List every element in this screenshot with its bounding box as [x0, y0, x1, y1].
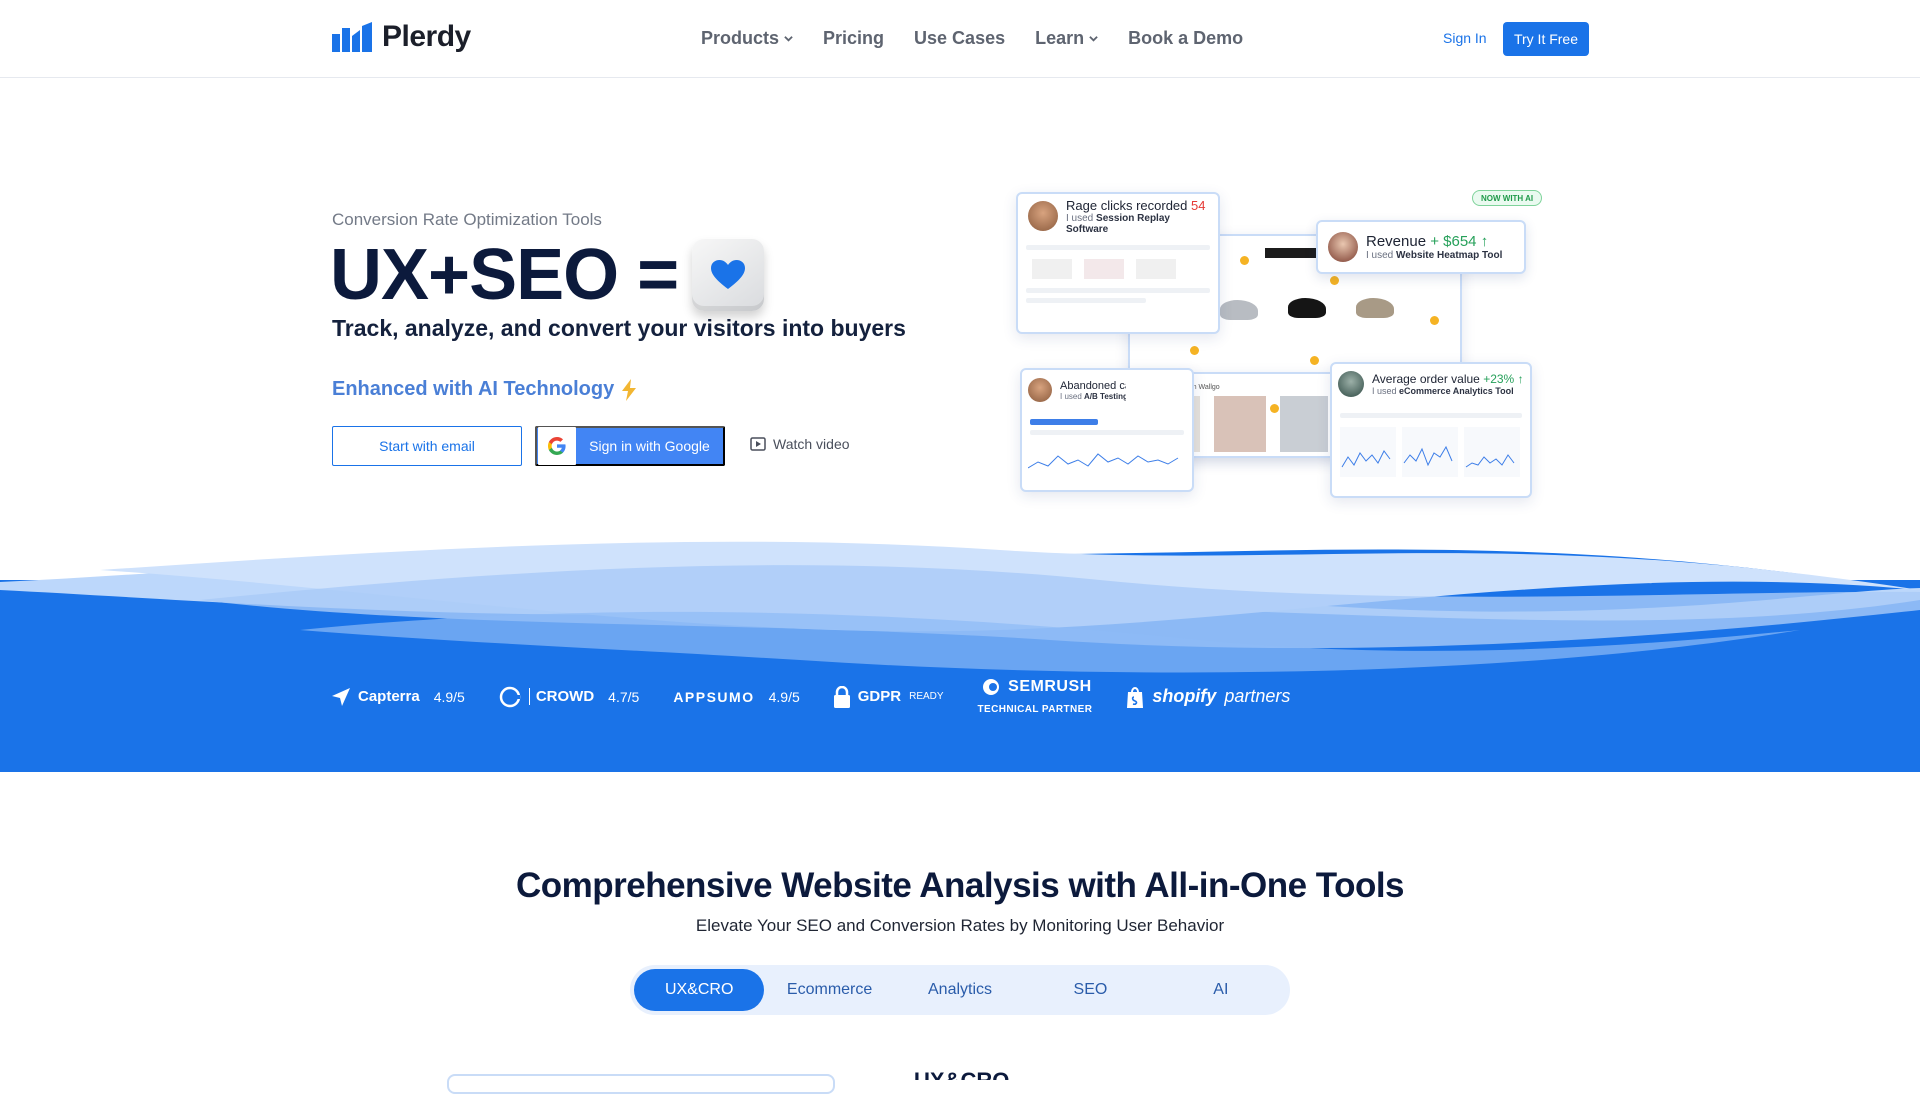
- appsumo-name: APPSUMO: [673, 688, 755, 705]
- user-avatar: [1328, 232, 1358, 262]
- aov-tool: I used eCommerce Analytics Tool: [1372, 386, 1514, 396]
- tab-analytics[interactable]: Analytics: [895, 969, 1025, 1011]
- shopify-tag: partners: [1224, 686, 1291, 706]
- revenue-tool: I used Website Heatmap Tool: [1366, 250, 1503, 261]
- section-subtitle: Elevate Your SEO and Conversion Rates by…: [695, 916, 1225, 935]
- gdpr-badge: GDPR READY: [833, 685, 944, 708]
- rage-clicks-card: Rage clicks recorded 54 I used Session R…: [1018, 194, 1218, 238]
- revenue-title: Revenue + $654 ↑: [1366, 233, 1489, 250]
- user-avatar: [1028, 201, 1058, 231]
- nav-pricing-label: Pricing: [823, 28, 885, 48]
- tab-ecommerce[interactable]: Ecommerce: [764, 969, 894, 1011]
- try-free-button[interactable]: Try It Free: [1503, 22, 1589, 56]
- play-video-icon: [750, 437, 766, 451]
- nav-pricing[interactable]: Pricing: [823, 28, 884, 49]
- hero-title-text: UX+SEO =: [330, 235, 679, 315]
- feature-heading: UX&CRO: [914, 1070, 1009, 1080]
- lightning-icon: [622, 378, 637, 401]
- mini-chart: [1340, 427, 1396, 477]
- google-signin-button[interactable]: Sign in with Google: [535, 426, 725, 466]
- top-navigation: Plerdy Products Pricing Use Cases Learn …: [0, 0, 1920, 78]
- hero-ai-line: Enhanced with AI Technology: [332, 378, 638, 401]
- hero-subtitle: Track, analyze, and convert your visitor…: [332, 315, 906, 341]
- shopify-bag-icon: [1127, 686, 1144, 708]
- chevron-down-icon: [784, 36, 793, 42]
- user-avatar: [1338, 371, 1364, 397]
- capterra-icon: [332, 687, 350, 706]
- capterra-score: 4.9/5: [433, 688, 465, 705]
- google-signin-label: Sign in with Google: [589, 438, 710, 454]
- semrush-tag: TECHNICAL PARTNER: [977, 704, 1093, 715]
- watch-video-link[interactable]: Watch video: [750, 436, 850, 452]
- user-avatar: [1028, 378, 1052, 402]
- g2-name: CROWD: [528, 688, 594, 705]
- revenue-card: Revenue + $654 ↑ I used Website Heatmap …: [1316, 220, 1526, 274]
- abandoned-cart-title: Abandoned car: [1060, 379, 1126, 392]
- mini-chart: [1464, 427, 1520, 477]
- section-title: Comprehensive Website Analysis with All-…: [515, 866, 1405, 905]
- feature-preview-card: [447, 1074, 835, 1094]
- heart-key-icon: [692, 239, 765, 311]
- appsumo-score: 4.9/5: [768, 688, 800, 705]
- mini-chart: [1402, 427, 1458, 477]
- tab-seo[interactable]: SEO: [1025, 969, 1155, 1011]
- semrush-name: SEMRUSH: [1008, 678, 1092, 695]
- tab-ux-cro[interactable]: UX&CRO: [634, 969, 765, 1011]
- nav-use-cases-label: Use Cases: [914, 28, 1006, 48]
- hero-title: UX+SEO =: [330, 234, 765, 316]
- g2-icon: [499, 686, 521, 707]
- mini-chart: [1027, 453, 1179, 469]
- nav-products-label: Products: [701, 28, 780, 48]
- hero-kicker: Conversion Rate Optimization Tools: [332, 210, 602, 229]
- abandoned-cart-tool: I used A/B Testing T: [1060, 391, 1126, 401]
- hero-wave-band: [0, 541, 1920, 772]
- capterra-name: Capterra: [358, 688, 420, 705]
- lock-icon: [833, 685, 850, 708]
- appsumo-badge: APPSUMO 4.9/5: [673, 689, 799, 705]
- gdpr-name: GDPR: [857, 688, 902, 705]
- g2-score: 4.7/5: [608, 688, 640, 705]
- feature-tabs: UX&CRO Ecommerce Analytics SEO AI: [630, 965, 1290, 1015]
- start-with-email-button[interactable]: Start with email: [332, 426, 522, 466]
- plerdy-logo[interactable]: Plerdy: [332, 20, 471, 54]
- gdpr-tag: READY: [909, 691, 944, 702]
- hero-ai-text: Enhanced with AI Technology: [332, 378, 615, 400]
- shopify-name: shopify: [1152, 686, 1217, 706]
- sign-in-link[interactable]: Sign In: [1443, 30, 1487, 46]
- trust-badges: Capterra 4.9/5 CROWD 4.7/5 APPSUMO 4.9/5…: [332, 678, 1290, 715]
- semrush-icon: [983, 679, 1000, 695]
- aov-title: Average order value +23% ↑: [1372, 372, 1524, 386]
- capterra-badge: Capterra 4.9/5: [332, 687, 465, 706]
- rage-clicks-title: Rage clicks recorded 54: [1066, 197, 1206, 213]
- nav-products[interactable]: Products: [701, 28, 793, 49]
- chevron-down-icon: [1089, 36, 1098, 42]
- nav-learn[interactable]: Learn: [1035, 28, 1098, 49]
- nav-use-cases[interactable]: Use Cases: [914, 28, 1005, 49]
- main-menu: Products Pricing Use Cases Learn Book a …: [701, 28, 1243, 49]
- rage-clicks-tool: I used Session Replay Software: [1066, 212, 1170, 235]
- tab-ai[interactable]: AI: [1156, 969, 1286, 1011]
- shopify-partners-badge: shopify partners: [1126, 686, 1290, 708]
- average-order-value-card: Average order value +23% ↑ I used eComme…: [1332, 364, 1530, 404]
- plerdy-logo-icon: [332, 22, 372, 52]
- nav-book-demo-label: Book a Demo: [1128, 28, 1244, 48]
- g2-crowd-badge: CROWD 4.7/5: [499, 686, 639, 708]
- google-icon: [538, 427, 576, 465]
- watch-video-label: Watch video: [773, 436, 850, 452]
- nav-learn-label: Learn: [1035, 28, 1085, 48]
- now-with-ai-badge: NOW WITH AI: [1472, 190, 1543, 206]
- semrush-badge: SEMRUSH TECHNICAL PARTNER: [978, 678, 1093, 715]
- logo-text: Plerdy: [382, 20, 471, 53]
- abandoned-cart-card: Abandoned car I used A/B Testing T: [1022, 370, 1126, 410]
- nav-book-demo[interactable]: Book a Demo: [1128, 28, 1243, 49]
